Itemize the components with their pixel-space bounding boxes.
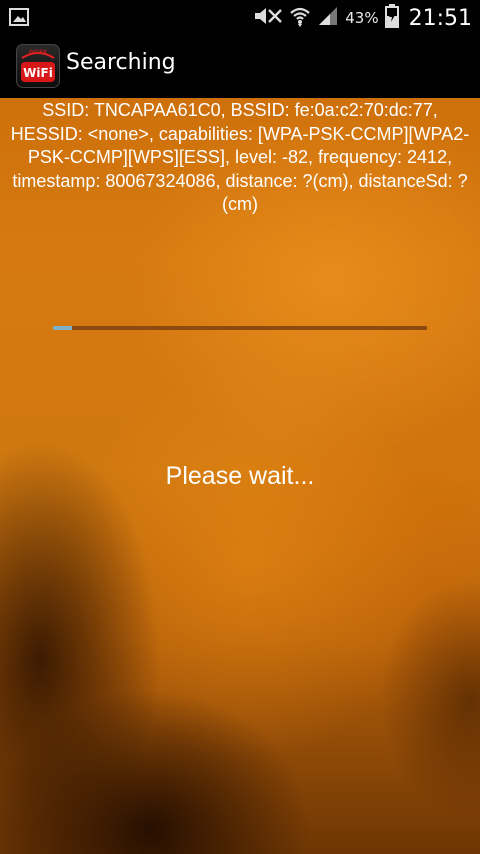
mute-icon	[253, 5, 283, 31]
app-icon-main-text: WiFi	[23, 66, 53, 80]
wifi-app-icon[interactable]: WORK WiFi	[16, 44, 60, 88]
network-info-text: SSID: TNCAPAA61C0, BSSID: fe:0a:c2:70:dc…	[10, 100, 470, 214]
status-icons: 43% 21:51	[253, 0, 472, 36]
battery-percent: 43%	[345, 9, 379, 27]
gallery-icon	[9, 8, 29, 26]
screen: 43% 21:51 WORK WiFi Searching SSID: TNCA…	[0, 0, 480, 854]
wifi-icon	[289, 5, 311, 31]
status-clock: 21:51	[408, 5, 472, 31]
battery-icon	[384, 4, 399, 32]
please-wait-text: Please wait...	[165, 462, 315, 490]
signal-icon	[317, 5, 339, 31]
action-bar: WORK WiFi Searching	[0, 36, 480, 98]
progress-bar-fill	[53, 326, 72, 330]
status-bar: 43% 21:51	[0, 0, 480, 36]
page-title: Searching	[66, 50, 176, 75]
progress-bar	[53, 326, 427, 330]
